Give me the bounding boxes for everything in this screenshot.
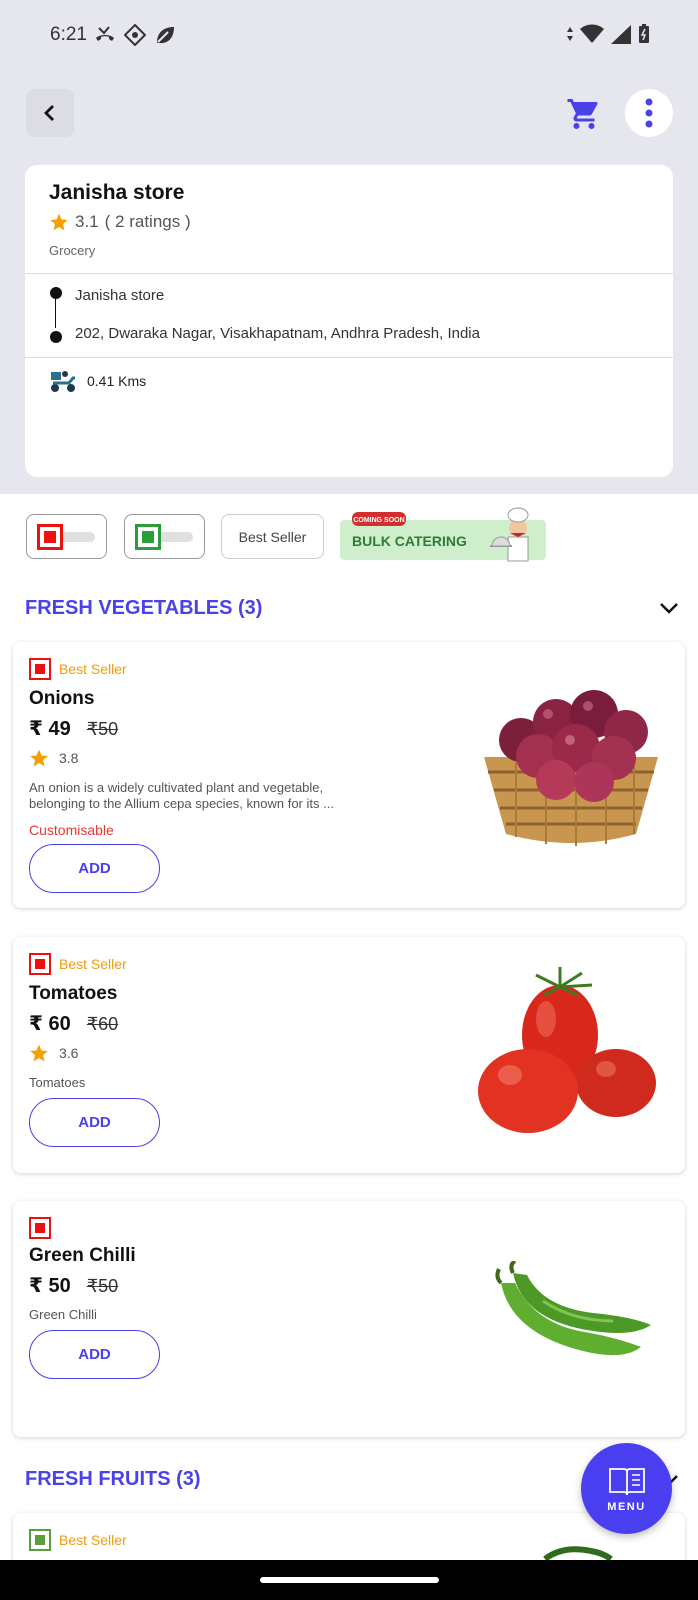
filter-row: Best Seller COMING SOON BULK CATERING (26, 507, 666, 562)
chevron-down-icon[interactable] (657, 596, 681, 620)
section-title-fruits[interactable]: FRESH FRUITS (3) (25, 1468, 201, 1491)
wifi-icon (580, 24, 604, 43)
best-seller-filter[interactable]: Best Seller (221, 514, 324, 559)
product-description: Green Chilli (29, 1307, 97, 1322)
product-description: Tomatoes (29, 1075, 86, 1090)
status-bar: 6:21 (0, 0, 698, 70)
star-icon (30, 749, 48, 767)
product-price: ₹ 49 ₹50 (29, 716, 118, 741)
divider (25, 357, 673, 358)
distance-value: 0.41 Kms (87, 373, 147, 389)
divider (25, 273, 673, 274)
cart-icon (567, 99, 598, 129)
product-name: Green Chilli (29, 1245, 136, 1266)
product-card-tomatoes[interactable]: Best Seller Tomatoes ₹ 60 ₹60 3.6 Tomato… (13, 937, 685, 1173)
mrp-value: ₹60 (86, 1014, 119, 1034)
section-title-vegetables[interactable]: FRESH VEGETABLES (3) (25, 597, 262, 620)
mrp-value: ₹50 (86, 1276, 119, 1296)
best-seller-badge: Best Seller (59, 1532, 127, 1548)
menu-button[interactable]: MENU (581, 1443, 672, 1534)
non-veg-indicator-icon (29, 953, 51, 975)
store-rating[interactable]: 3.1 ( 2 ratings ) (49, 212, 191, 232)
customisable-label: Customisable (29, 822, 114, 838)
product-rating: 3.6 (29, 1043, 78, 1063)
non-veg-indicator-icon (29, 1217, 51, 1239)
battery-icon (639, 24, 649, 43)
coming-soon-badge: COMING SOON (353, 517, 404, 524)
signal-icon (611, 25, 631, 44)
product-name: Onions (29, 688, 95, 709)
vpn-key-icon (124, 24, 146, 46)
system-navigation-bar (0, 1560, 698, 1600)
price-value: ₹ 49 (29, 718, 71, 740)
green-chilli-image (495, 1261, 651, 1356)
more-options-button[interactable] (625, 89, 673, 137)
distance-info: 0.41 Kms (49, 369, 146, 393)
route-from: Janisha store (75, 287, 165, 304)
status-time: 6:21 (50, 24, 87, 45)
chevron-left-icon (44, 105, 54, 121)
fruit-image (543, 1546, 613, 1561)
add-button[interactable]: ADD (29, 1098, 160, 1147)
product-description: An onion is a widely cultivated plant an… (29, 780, 334, 811)
bulk-catering-label: BULK CATERING (352, 533, 467, 549)
store-rating-value: 3.1 (75, 212, 99, 231)
missed-call-icon (96, 26, 114, 41)
best-seller-badge: Best Seller (59, 956, 127, 972)
non-veg-toggle[interactable] (26, 514, 107, 559)
veg-indicator-icon (135, 524, 161, 550)
product-price: ₹ 50 ₹50 (29, 1273, 118, 1298)
status-icons-right (566, 24, 650, 44)
route-start-dot (50, 287, 62, 299)
non-veg-indicator-icon (29, 658, 51, 680)
bulk-catering-banner-graphic: COMING SOON BULK CATERING (340, 507, 546, 562)
leaf-icon (157, 27, 174, 44)
mrp-value: ₹50 (86, 719, 119, 739)
non-veg-indicator-icon (37, 524, 63, 550)
onions-image (484, 690, 658, 846)
rating-value: 3.8 (59, 750, 79, 766)
price-value: ₹ 60 (29, 1013, 71, 1035)
status-icons-left (94, 24, 176, 46)
price-value: ₹ 50 (29, 1275, 71, 1297)
menu-label: MENU (607, 1500, 646, 1513)
add-button[interactable]: ADD (29, 1330, 160, 1379)
route-end-dot (50, 331, 62, 343)
star-icon (50, 213, 68, 231)
product-card-green-chilli[interactable]: Green Chilli ₹ 50 ₹50 Green Chilli ADD (13, 1201, 685, 1437)
product-price: ₹ 60 ₹60 (29, 1011, 118, 1036)
best-seller-badge: Best Seller (59, 661, 127, 677)
book-icon (608, 1467, 645, 1495)
more-vertical-icon (645, 98, 653, 128)
delivery-scooter-icon (51, 371, 75, 392)
product-rating: 3.8 (29, 748, 78, 768)
store-category: Grocery (49, 243, 96, 258)
product-name: Tomatoes (29, 983, 118, 1004)
cart-button[interactable] (562, 92, 606, 136)
home-gesture-handle[interactable] (260, 1577, 439, 1583)
veg-toggle[interactable] (124, 514, 205, 559)
route-line (55, 292, 56, 328)
rating-value: 3.6 (59, 1045, 79, 1061)
star-icon (30, 1044, 48, 1062)
store-ratings-count: ( 2 ratings ) (104, 212, 191, 231)
data-arrows-icon (567, 27, 573, 41)
tomatoes-image (478, 967, 656, 1133)
veg-indicator-icon (29, 1529, 51, 1551)
store-name: Janisha store (49, 181, 185, 204)
bulk-catering-banner[interactable]: COMING SOON BULK CATERING (340, 500, 546, 562)
product-card-onions[interactable]: Best Seller Onions ₹ 49 ₹50 3.8 An onion… (13, 642, 685, 908)
add-button[interactable]: ADD (29, 844, 160, 893)
route-to-address: 202, Dwaraka Nagar, Visakhapatnam, Andhr… (75, 325, 480, 342)
store-info-card: Janisha store 3.1 ( 2 ratings ) Grocery … (25, 165, 673, 477)
back-button[interactable] (26, 89, 74, 137)
